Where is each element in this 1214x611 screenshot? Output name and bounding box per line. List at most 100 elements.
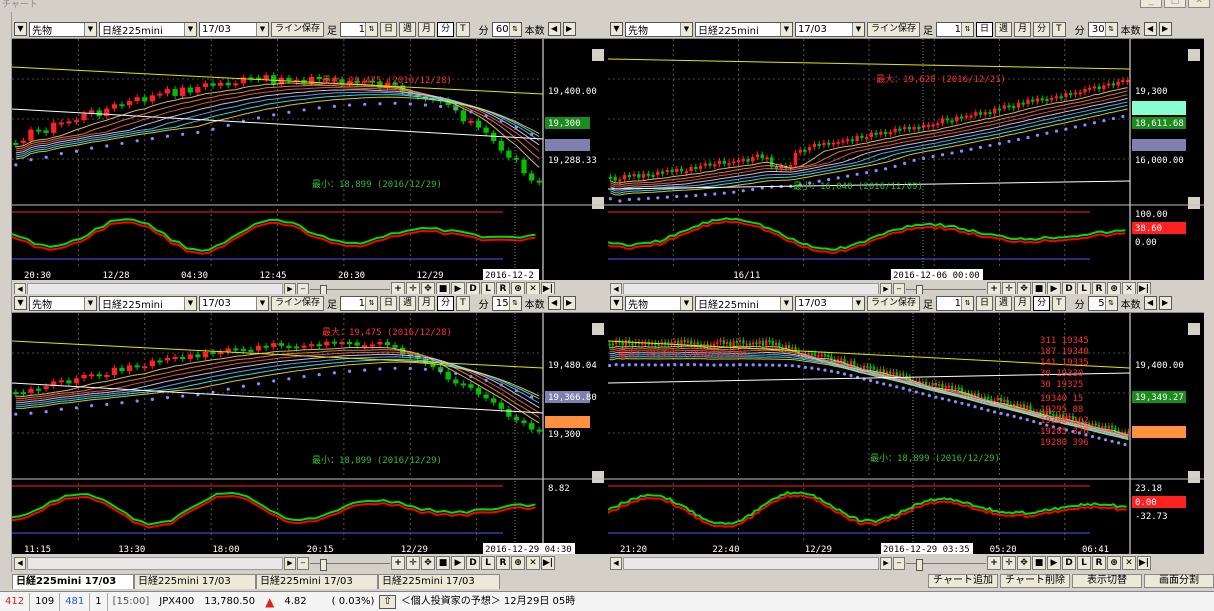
symbol-type-select[interactable]: 先物 ▼ bbox=[625, 295, 693, 311]
period-month-button[interactable]: 月 bbox=[1014, 21, 1032, 37]
pane-menu-icon[interactable]: ▼ bbox=[14, 296, 27, 310]
crosshair-icon[interactable]: ✛ bbox=[1002, 556, 1016, 570]
scroll-left-icon[interactable]: ◀ bbox=[1143, 22, 1157, 36]
delete-icon[interactable]: ✕ bbox=[526, 556, 540, 570]
zoom-in-icon[interactable]: + bbox=[391, 556, 405, 570]
period-month-button[interactable]: 月 bbox=[418, 21, 436, 37]
period-day-button[interactable]: 日 bbox=[380, 21, 398, 37]
scroll-right-icon[interactable]: ▶ bbox=[562, 296, 576, 310]
period-day-button[interactable]: 日 bbox=[976, 295, 994, 311]
close-button[interactable]: ✕ bbox=[1188, 0, 1210, 8]
chart-canvas[interactable]: 最大：19,475 (2016/12/28) 最小：18,899 (2016/12… bbox=[12, 313, 608, 554]
period-minute-button[interactable]: 分 bbox=[1033, 21, 1051, 37]
contract-select[interactable]: 17/03 ▼ bbox=[795, 21, 865, 37]
interval-input[interactable]: 60 ⇅ bbox=[491, 21, 522, 37]
period-week-button[interactable]: 週 bbox=[399, 295, 417, 311]
period-day-button[interactable]: 日 bbox=[976, 21, 994, 37]
add-chart-button[interactable]: チャート追加 bbox=[928, 574, 998, 588]
line-save-button[interactable]: ライン保存 bbox=[271, 295, 325, 311]
period-tick-button[interactable]: T bbox=[456, 21, 470, 37]
line-save-button[interactable]: ライン保存 bbox=[271, 21, 325, 37]
maximize-button[interactable]: □ bbox=[1164, 0, 1186, 8]
period-minute-button[interactable]: 分 bbox=[437, 21, 455, 37]
horizontal-scrollbar[interactable] bbox=[27, 556, 283, 570]
tab-chart-1[interactable]: 日経225mini 17/03 bbox=[12, 574, 134, 589]
period-tick-button[interactable]: T bbox=[456, 295, 470, 311]
draw-l-button[interactable]: L bbox=[1077, 556, 1091, 570]
chart-canvas[interactable]: 最大：19,475 (2016/12/28) 最小：18,899 (2016/12… bbox=[12, 39, 608, 280]
symbol-select[interactable]: 日経225mini ▼ bbox=[99, 295, 197, 311]
period-week-button[interactable]: 週 bbox=[995, 21, 1013, 37]
play-icon[interactable]: ▶ bbox=[451, 556, 465, 570]
period-tick-button[interactable]: T bbox=[1052, 295, 1066, 311]
draw-d-button[interactable]: D bbox=[1062, 556, 1076, 570]
move-icon[interactable]: ✥ bbox=[421, 556, 435, 570]
ticker-up-icon[interactable]: ⇧ bbox=[379, 594, 396, 609]
chart-canvas[interactable]: 最大：19,475 (2016/12/28) 最小：18,899 (2016/12… bbox=[608, 313, 1204, 554]
magnify-icon[interactable]: ⊕ bbox=[511, 556, 525, 570]
interval-input[interactable]: 30 ⇅ bbox=[1087, 21, 1118, 37]
scroll-right-icon[interactable]: ▶ bbox=[1158, 22, 1172, 36]
period-input[interactable]: 1 ⇅ bbox=[340, 295, 379, 311]
line-save-button[interactable]: ライン保存 bbox=[867, 295, 921, 311]
tab-chart-2[interactable]: 日経225mini 17/03 bbox=[134, 574, 256, 589]
zoom-out-icon[interactable]: − bbox=[893, 556, 905, 570]
contract-select[interactable]: 17/03 ▼ bbox=[199, 21, 269, 37]
scroll-left-icon[interactable]: ◀ bbox=[547, 296, 561, 310]
crosshair-icon[interactable]: ✛ bbox=[406, 556, 420, 570]
period-month-button[interactable]: 月 bbox=[1014, 295, 1032, 311]
period-week-button[interactable]: 週 bbox=[399, 21, 417, 37]
symbol-type-select[interactable]: 先物 ▼ bbox=[29, 21, 97, 37]
scroll-left-icon[interactable]: ◀ bbox=[1143, 296, 1157, 310]
pane-menu-icon[interactable]: ▼ bbox=[610, 22, 623, 36]
symbol-select[interactable]: 日経225mini ▼ bbox=[695, 295, 793, 311]
delete-icon[interactable]: ✕ bbox=[1122, 556, 1136, 570]
display-toggle-button[interactable]: 表示切替 bbox=[1072, 574, 1142, 588]
horizontal-scrollbar[interactable] bbox=[623, 556, 879, 570]
period-day-button[interactable]: 日 bbox=[380, 295, 398, 311]
remove-chart-button[interactable]: チャート削除 bbox=[1000, 574, 1070, 588]
tab-chart-4[interactable]: 日経225mini 17/03 bbox=[378, 574, 500, 589]
symbol-select[interactable]: 日経225mini ▼ bbox=[695, 21, 793, 37]
play-icon[interactable]: ▶ bbox=[1047, 556, 1061, 570]
zoom-out-icon[interactable]: − bbox=[297, 556, 309, 570]
goto-end-icon[interactable]: ▶| bbox=[541, 556, 555, 570]
goto-end-icon[interactable]: ▶| bbox=[1137, 556, 1151, 570]
split-screen-button[interactable]: 画面分割 bbox=[1144, 574, 1214, 588]
scroll-left-arrow-icon[interactable]: ◀ bbox=[610, 556, 622, 570]
period-week-button[interactable]: 週 bbox=[995, 295, 1013, 311]
pane-menu-icon[interactable]: ▼ bbox=[610, 296, 623, 310]
news-ticker[interactable]: ＜個人投資家の予想＞ 12月29日 05時 bbox=[396, 593, 581, 611]
contract-select[interactable]: 17/03 ▼ bbox=[199, 295, 269, 311]
scroll-right-icon[interactable]: ▶ bbox=[1158, 296, 1172, 310]
draw-r-button[interactable]: R bbox=[496, 556, 510, 570]
period-minute-button[interactable]: 分 bbox=[1033, 295, 1051, 311]
zoom-in-icon[interactable]: + bbox=[987, 556, 1001, 570]
left-scrollbar[interactable] bbox=[0, 12, 12, 572]
tab-chart-3[interactable]: 日経225mini 17/03 bbox=[256, 574, 378, 589]
draw-l-button[interactable]: L bbox=[481, 556, 495, 570]
symbol-type-select[interactable]: 先物 ▼ bbox=[625, 21, 693, 37]
period-input[interactable]: 1 ⇅ bbox=[936, 295, 975, 311]
scroll-right-icon[interactable]: ▶ bbox=[562, 22, 576, 36]
contract-select[interactable]: 17/03 ▼ bbox=[795, 295, 865, 311]
zoom-slider[interactable] bbox=[906, 557, 986, 571]
stop-icon[interactable]: ■ bbox=[1032, 556, 1046, 570]
symbol-select[interactable]: 日経225mini ▼ bbox=[99, 21, 197, 37]
symbol-type-select[interactable]: 先物 ▼ bbox=[29, 295, 97, 311]
scroll-left-arrow-icon[interactable]: ◀ bbox=[14, 556, 26, 570]
scroll-right-arrow-icon[interactable]: ▶ bbox=[284, 556, 296, 570]
period-month-button[interactable]: 月 bbox=[418, 295, 436, 311]
draw-r-button[interactable]: R bbox=[1092, 556, 1106, 570]
interval-input[interactable]: 15 ⇅ bbox=[491, 295, 522, 311]
magnify-icon[interactable]: ⊕ bbox=[1107, 556, 1121, 570]
interval-input[interactable]: 5 ⇅ bbox=[1087, 295, 1118, 311]
chart-canvas[interactable]: 最大：19,620 (2016/12/21) 最小：16,040 (2016/11… bbox=[608, 39, 1204, 280]
period-tick-button[interactable]: T bbox=[1052, 21, 1066, 37]
draw-d-button[interactable]: D bbox=[466, 556, 480, 570]
stop-icon[interactable]: ■ bbox=[436, 556, 450, 570]
scroll-left-icon[interactable]: ◀ bbox=[547, 22, 561, 36]
scroll-right-arrow-icon[interactable]: ▶ bbox=[880, 556, 892, 570]
period-minute-button[interactable]: 分 bbox=[437, 295, 455, 311]
period-input[interactable]: 1 ⇅ bbox=[340, 21, 379, 37]
